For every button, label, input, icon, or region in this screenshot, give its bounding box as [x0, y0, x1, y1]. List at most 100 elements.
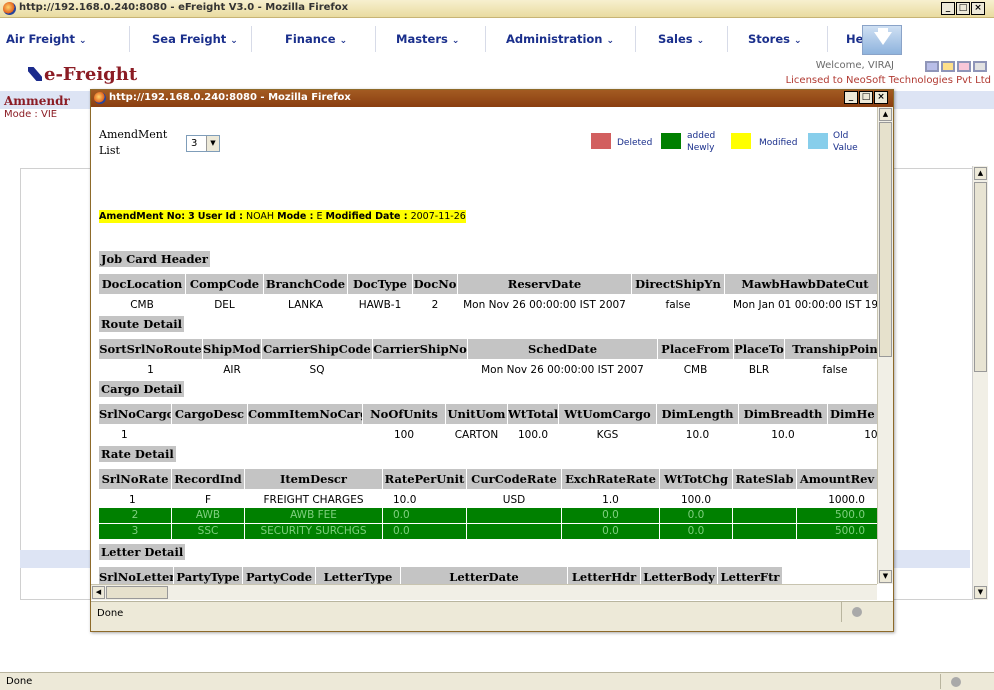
- scroll-thumb[interactable]: [879, 122, 892, 357]
- column-header: SrlNoCargo: [99, 404, 171, 424]
- popup-titlebar: http://192.168.0.240:8080 - Mozilla Fire…: [91, 90, 893, 107]
- status-cell: [940, 674, 970, 689]
- close-icon[interactable]: ×: [971, 2, 985, 15]
- column-header: WtTotChg: [660, 469, 732, 489]
- mode-label: Mode : VIE: [4, 109, 58, 120]
- scroll-down-icon[interactable]: ▼: [879, 570, 892, 583]
- menu-administration[interactable]: Administration ⌄: [486, 26, 636, 52]
- table-cell: 2: [99, 508, 172, 523]
- legend-label: Old Value: [833, 131, 858, 153]
- firefox-icon: [3, 2, 16, 15]
- table-cell: 10.0: [393, 494, 417, 506]
- window-title: http://192.168.0.240:8080 - eFreight V3.…: [19, 2, 349, 13]
- scroll-down-icon[interactable]: ▼: [974, 586, 987, 599]
- table-cell: 1: [147, 364, 154, 376]
- column-header: DocLocation: [99, 274, 185, 294]
- menu-sea-freight[interactable]: Sea Freight ⌄: [130, 26, 252, 52]
- chevron-down-icon[interactable]: ▼: [206, 136, 219, 151]
- popup-horizontal-scrollbar[interactable]: ◀: [91, 584, 877, 600]
- table-cell: AWB: [172, 508, 245, 523]
- maximize-icon[interactable]: □: [859, 91, 873, 104]
- table-cell: 10.0: [771, 429, 795, 441]
- popup-content: AmendMent List 3 ▼ Deleted added Newly M…: [91, 107, 877, 600]
- column-header: ExchRateRate: [562, 469, 659, 489]
- popup-status-text: Done: [97, 608, 124, 619]
- table-cell: 1: [121, 429, 128, 441]
- amendment-list-label: AmendMent List: [99, 128, 168, 157]
- license-text: Licensed to NeoSoft Technologies Pvt Ltd: [785, 75, 991, 86]
- menu-masters[interactable]: Masters ⌄: [376, 26, 486, 52]
- chevron-down-icon: ⌄: [230, 36, 238, 46]
- menu-stores[interactable]: Stores ⌄: [728, 26, 828, 52]
- minimize-icon[interactable]: _: [844, 91, 858, 104]
- amend-no-value: 3: [188, 211, 195, 222]
- table-cell: 10.0: [685, 429, 710, 441]
- browser-titlebar: http://192.168.0.240:8080 - eFreight V3.…: [0, 0, 994, 18]
- column-header: ShipMode: [203, 339, 261, 359]
- section-letter-detail: Letter Detail: [99, 544, 186, 560]
- theme-swatch-grey[interactable]: [973, 61, 987, 72]
- table-cell: 1: [129, 494, 136, 506]
- theme-swatch-yellow[interactable]: [941, 61, 955, 72]
- menu-label: Sales: [658, 32, 693, 46]
- section-cargo-detail: Cargo Detail: [99, 381, 185, 397]
- column-header: DimHe: [828, 404, 877, 424]
- minimize-icon[interactable]: _: [941, 2, 955, 15]
- legend-swatch: [591, 133, 611, 149]
- menu-finance[interactable]: Finance ⌄: [252, 26, 376, 52]
- background-scrollbar[interactable]: ▲ ▼: [972, 166, 988, 600]
- table-cell: 10.(: [864, 429, 877, 441]
- table-cell: SQ: [309, 364, 325, 376]
- close-icon[interactable]: ×: [874, 91, 888, 104]
- page-title: Ammendr: [4, 94, 70, 108]
- scroll-up-icon[interactable]: ▲: [974, 167, 987, 180]
- table-cell: 0.0: [383, 508, 467, 523]
- table-cell: SECURITY SURCHGS: [245, 524, 383, 539]
- legend-label: added Newly: [687, 131, 716, 153]
- column-header: CargoDesc: [172, 404, 247, 424]
- column-header: DimLength: [657, 404, 738, 424]
- popup-vertical-scrollbar[interactable]: ▲ ▼: [877, 107, 893, 584]
- amendment-select[interactable]: 3 ▼: [186, 135, 220, 152]
- scroll-thumb[interactable]: [974, 182, 987, 372]
- table-cell: SSC: [172, 524, 245, 539]
- table-cell: BLR: [748, 364, 770, 376]
- menu-sales[interactable]: Sales ⌄: [636, 26, 728, 52]
- user-id-value: NOAH: [246, 211, 275, 222]
- popup-statusbar: Done: [91, 601, 893, 631]
- table-cell: AWB FEE: [245, 508, 383, 523]
- welcome-text: Welcome, VIRAJ: [815, 60, 894, 71]
- section-route-detail: Route Detail: [99, 316, 185, 332]
- theme-swatch-pink[interactable]: [957, 61, 971, 72]
- table-cell: CARTON: [454, 429, 499, 441]
- chevron-down-icon: ⌄: [696, 36, 705, 46]
- column-header: PlaceFrom: [658, 339, 733, 359]
- column-header: BranchCode: [264, 274, 347, 294]
- table-cell: false: [665, 299, 691, 311]
- mode-label: Mode :: [277, 211, 314, 222]
- table-cell: Mon Nov 26 00:00:00 IST 2007: [463, 299, 626, 311]
- mode-value: E: [316, 211, 323, 222]
- theme-swatch-blue[interactable]: [925, 61, 939, 72]
- scroll-left-icon[interactable]: ◀: [92, 586, 105, 599]
- table-cell: AIR: [223, 364, 241, 376]
- table-cell: 100.0: [517, 429, 549, 441]
- table-cell: [248, 426, 362, 444]
- chevron-down-icon: ⌄: [78, 36, 87, 46]
- user-id-label: User Id :: [197, 211, 243, 222]
- column-header: SrlNoRate: [99, 469, 171, 489]
- column-header: WtTotal: [508, 404, 558, 424]
- column-header: NoOfUnits: [363, 404, 445, 424]
- maximize-icon[interactable]: □: [956, 2, 970, 15]
- table-cell: 0.0: [660, 524, 733, 539]
- table-cell: USD: [502, 494, 526, 506]
- scroll-up-icon[interactable]: ▲: [879, 108, 892, 121]
- download-arrow-icon[interactable]: [862, 25, 902, 55]
- column-header: TranshipPoin: [785, 339, 877, 359]
- column-header: DocType: [348, 274, 412, 294]
- menu-label: Finance: [285, 32, 336, 46]
- menu-air-freight[interactable]: Air Freight ⌄: [0, 26, 130, 52]
- table-cell: [733, 508, 797, 523]
- scroll-thumb[interactable]: [106, 586, 168, 599]
- table-cell: [373, 361, 467, 379]
